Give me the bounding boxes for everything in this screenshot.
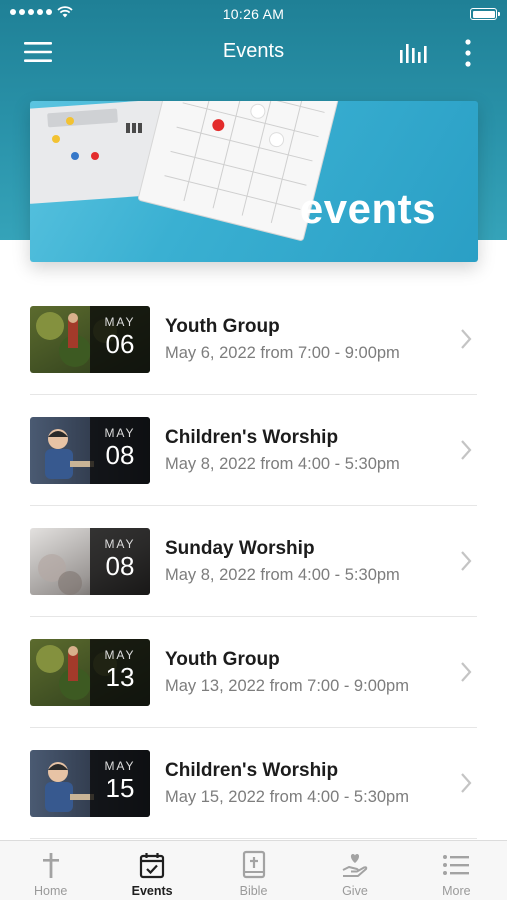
event-title: Children's Worship [165, 760, 339, 781]
tab-label: More [442, 884, 471, 898]
banner-illustration [30, 101, 339, 241]
page-title: Events [222, 40, 285, 62]
event-title: Children's Worship [165, 427, 339, 448]
event-day: 08 [105, 551, 135, 581]
event-date-badge: MAY 06 [90, 306, 150, 373]
event-datetime: May 8, 2022 from 4:00 - 5:30pm [165, 455, 400, 473]
event-month: MAY [104, 537, 136, 551]
status-time: 10:26 AM [222, 6, 285, 22]
give-hand-icon [342, 854, 368, 877]
event-date-badge: MAY 15 [90, 750, 150, 817]
tab-label: Bible [239, 884, 268, 898]
bible-icon [242, 850, 265, 879]
row-divider [30, 838, 477, 839]
chevron-right-icon [461, 551, 472, 571]
cross-icon [42, 853, 59, 878]
tab-give[interactable]: Give [304, 841, 405, 900]
event-date-badge: MAY 08 [90, 417, 150, 484]
tab-label: Give [342, 884, 368, 898]
event-thumbnail: MAY 13 [30, 639, 150, 706]
tab-events[interactable]: Events [101, 841, 202, 900]
tab-home[interactable]: Home [0, 841, 101, 900]
event-datetime: May 8, 2022 from 4:00 - 5:30pm [165, 566, 400, 584]
bottom-tab-bar: Home Events Bible Give More [0, 840, 507, 900]
bar-chart-icon[interactable] [398, 40, 430, 64]
event-month: MAY [104, 648, 136, 662]
event-title: Sunday Worship [165, 538, 315, 559]
event-row[interactable]: MAY 08 Children's Worship May 8, 2022 fr… [0, 395, 507, 506]
event-thumbnail: MAY 15 [30, 750, 150, 817]
event-row[interactable]: MAY 06 Youth Group May 6, 2022 from 7:00… [0, 284, 507, 395]
event-day: 06 [105, 329, 135, 359]
event-datetime: May 6, 2022 from 7:00 - 9:00pm [165, 344, 400, 362]
event-month: MAY [104, 426, 136, 440]
event-title: Youth Group [165, 649, 280, 670]
event-datetime: May 13, 2022 from 7:00 - 9:00pm [165, 677, 409, 695]
event-list: MAY 06 Youth Group May 6, 2022 from 7:00… [0, 284, 507, 839]
tab-label: Events [131, 884, 173, 898]
event-row[interactable]: MAY 08 Sunday Worship May 8, 2022 from 4… [0, 506, 507, 617]
event-title: Youth Group [165, 316, 280, 337]
event-day: 15 [105, 773, 135, 803]
more-options-icon[interactable] [460, 38, 476, 68]
event-day: 08 [105, 440, 135, 470]
calendar-icon [140, 853, 165, 879]
banner-title: events [299, 185, 436, 232]
navigation-bar: Events [0, 28, 507, 78]
event-date-badge: MAY 13 [90, 639, 150, 706]
event-thumbnail: MAY 08 [30, 417, 150, 484]
event-date-badge: MAY 08 [90, 528, 150, 595]
event-month: MAY [104, 315, 136, 329]
status-bar: 10:26 AM [0, 0, 507, 28]
tab-label: Home [34, 884, 68, 898]
tab-more[interactable]: More [406, 841, 507, 900]
battery-icon [470, 8, 500, 20]
events-banner: events [30, 101, 478, 262]
chevron-right-icon [461, 773, 472, 793]
chevron-right-icon [461, 329, 472, 349]
event-thumbnail: MAY 06 [30, 306, 150, 373]
tab-bible[interactable]: Bible [203, 841, 304, 900]
event-thumbnail: MAY 08 [30, 528, 150, 595]
event-day: 13 [105, 662, 135, 692]
event-datetime: May 15, 2022 from 4:00 - 5:30pm [165, 788, 409, 806]
event-row[interactable]: MAY 13 Youth Group May 13, 2022 from 7:0… [0, 617, 507, 728]
event-month: MAY [104, 759, 136, 773]
event-row[interactable]: MAY 15 Children's Worship May 15, 2022 f… [0, 728, 507, 839]
chevron-right-icon [461, 440, 472, 460]
list-icon [443, 855, 470, 875]
chevron-right-icon [461, 662, 472, 682]
